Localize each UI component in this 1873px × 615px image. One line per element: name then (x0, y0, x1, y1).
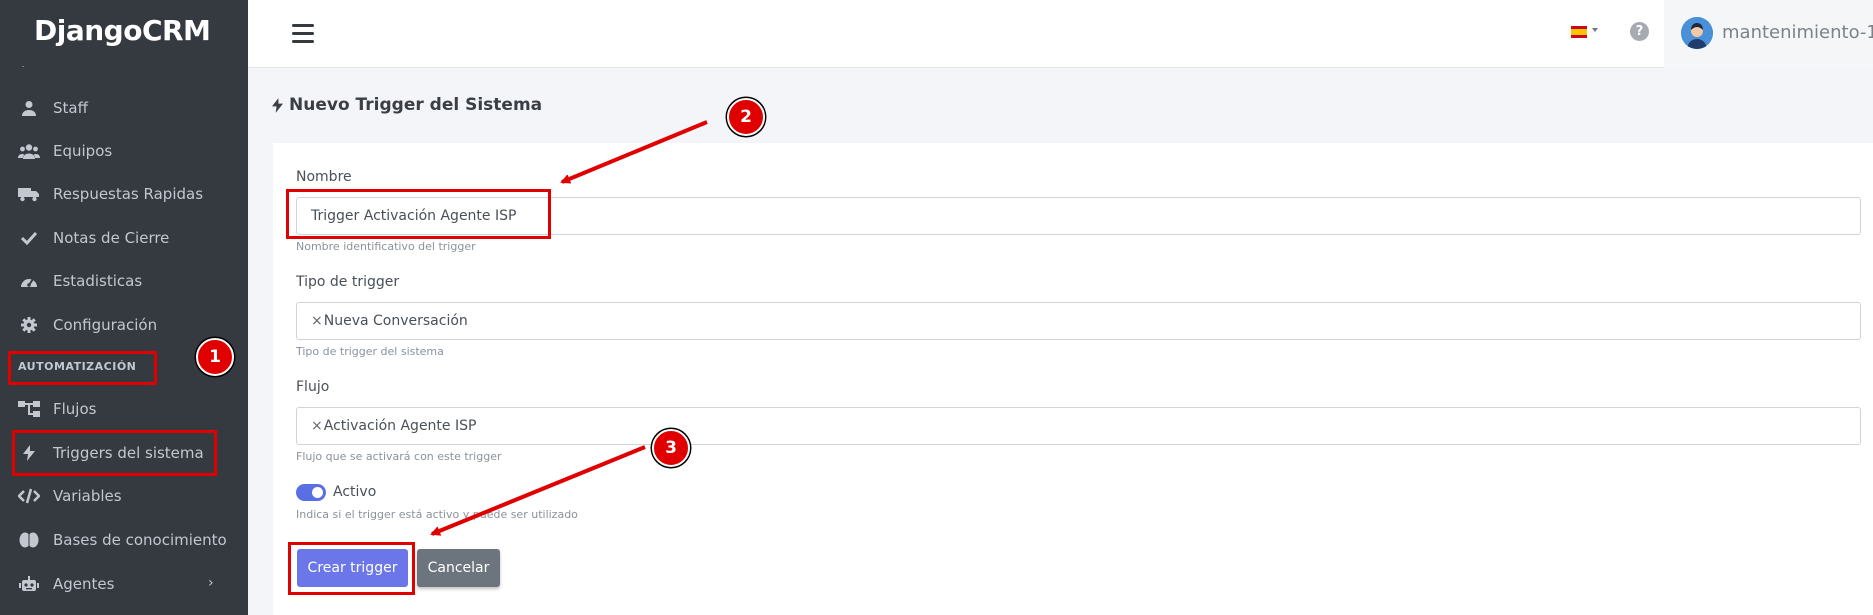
users-icon (18, 141, 40, 161)
robot-icon (18, 574, 40, 594)
bolt-icon (272, 97, 283, 113)
sidebar-item-label: Variables (53, 487, 122, 505)
sidebar-item-agentes[interactable]: Agentes › (0, 564, 248, 604)
nombre-help: Nombre identificativo del trigger (296, 240, 476, 253)
flujo-value: Activación Agente ISP (323, 418, 477, 434)
create-trigger-button[interactable]: Crear trigger (297, 549, 408, 587)
page-title: Nuevo Trigger del Sistema (272, 95, 542, 115)
sidebar-item-label: Agentes (53, 575, 115, 593)
sidebar-item-notas-de-cierre[interactable]: Notas de Cierre (0, 218, 248, 258)
gauge-icon (18, 271, 40, 291)
sidebar-item-estadisticas[interactable]: Estadisticas (0, 261, 248, 301)
sidebar-item-equipos[interactable]: Equipos (0, 131, 248, 171)
nombre-label: Nombre (296, 169, 352, 185)
username: mantenimiento-1 (1722, 22, 1873, 43)
activo-help: Indica si el trigger está activo y puede… (296, 508, 578, 521)
code-icon (18, 486, 40, 506)
flujo-help: Flujo que se activará con este trigger (296, 450, 502, 463)
avatar (1681, 17, 1713, 49)
user-menu[interactable]: mantenimiento-1 (1664, 0, 1873, 68)
sidebar-item-bases-de-conocimiento[interactable]: Bases de conocimiento (0, 520, 248, 560)
sidebar-item-label: Bases de conocimiento (53, 531, 227, 549)
brain-icon (18, 530, 40, 550)
annotation-badge-1: 1 (196, 338, 234, 376)
sidebar-item-label: Notas de Cierre (53, 229, 170, 247)
annotation-badge-3: 3 (652, 429, 690, 467)
language-flag-icon[interactable] (1571, 26, 1587, 38)
tipo-help: Tipo de trigger del sistema (296, 345, 444, 358)
brand-logo-text: DjangoCRM (34, 14, 211, 47)
help-icon[interactable]: ? (1630, 22, 1649, 41)
sidebar-item-flujos[interactable]: Flujos (0, 389, 248, 429)
sidebar: ⬥ Entidades DjangoCRM Staff Equipos Resp… (0, 0, 248, 615)
activo-label: Activo (333, 484, 377, 500)
caret-down-icon[interactable] (1592, 28, 1598, 32)
sidebar-item-label: Triggers del sistema (53, 444, 204, 462)
page-title-text: Nuevo Trigger del Sistema (289, 95, 543, 115)
cancel-button[interactable]: Cancelar (417, 549, 500, 587)
sidebar-item-respuestas-rapidas[interactable]: Respuestas Rapidas (0, 174, 248, 214)
user-icon (18, 98, 40, 118)
sidebar-section-header: AUTOMATIZACIÓN (18, 360, 137, 373)
tipo-value: Nueva Conversación (323, 313, 468, 329)
sidebar-item-triggers-del-sistema[interactable]: Triggers del sistema (0, 433, 248, 473)
remove-icon[interactable]: × (311, 418, 323, 434)
sidebar-item-label: Estadisticas (53, 272, 143, 290)
sidebar-item-label: Flujos (53, 400, 97, 418)
sidebar-item-label: Respuestas Rapidas (53, 185, 204, 203)
sidebar-item-variables[interactable]: Variables (0, 476, 248, 516)
truck-icon (18, 184, 40, 204)
topbar: ? mantenimiento-1 (248, 0, 1873, 68)
sidebar-item-staff[interactable]: Staff (0, 88, 248, 128)
remove-icon[interactable]: × (311, 313, 323, 329)
sitemap-icon (18, 399, 40, 419)
activo-toggle[interactable] (296, 484, 326, 501)
flujo-label: Flujo (296, 379, 330, 395)
brand[interactable]: DjangoCRM (0, 0, 248, 66)
annotation-badge-2: 2 (727, 98, 765, 136)
menu-toggle-icon[interactable] (292, 24, 314, 44)
bolt-icon (18, 443, 40, 463)
sidebar-item-label: Staff (53, 99, 88, 117)
check-icon (18, 228, 40, 248)
tipo-select[interactable]: ×Nueva Conversación (296, 302, 1861, 340)
sidebar-item-label: Configuración (53, 316, 158, 334)
nombre-input[interactable]: Trigger Activación Agente ISP (296, 197, 1861, 235)
flujo-select[interactable]: ×Activación Agente ISP (296, 407, 1861, 445)
tipo-label: Tipo de trigger (296, 274, 400, 290)
chevron-right-icon: › (208, 575, 214, 591)
sidebar-item-label: Equipos (53, 142, 113, 160)
gear-icon (18, 315, 40, 335)
